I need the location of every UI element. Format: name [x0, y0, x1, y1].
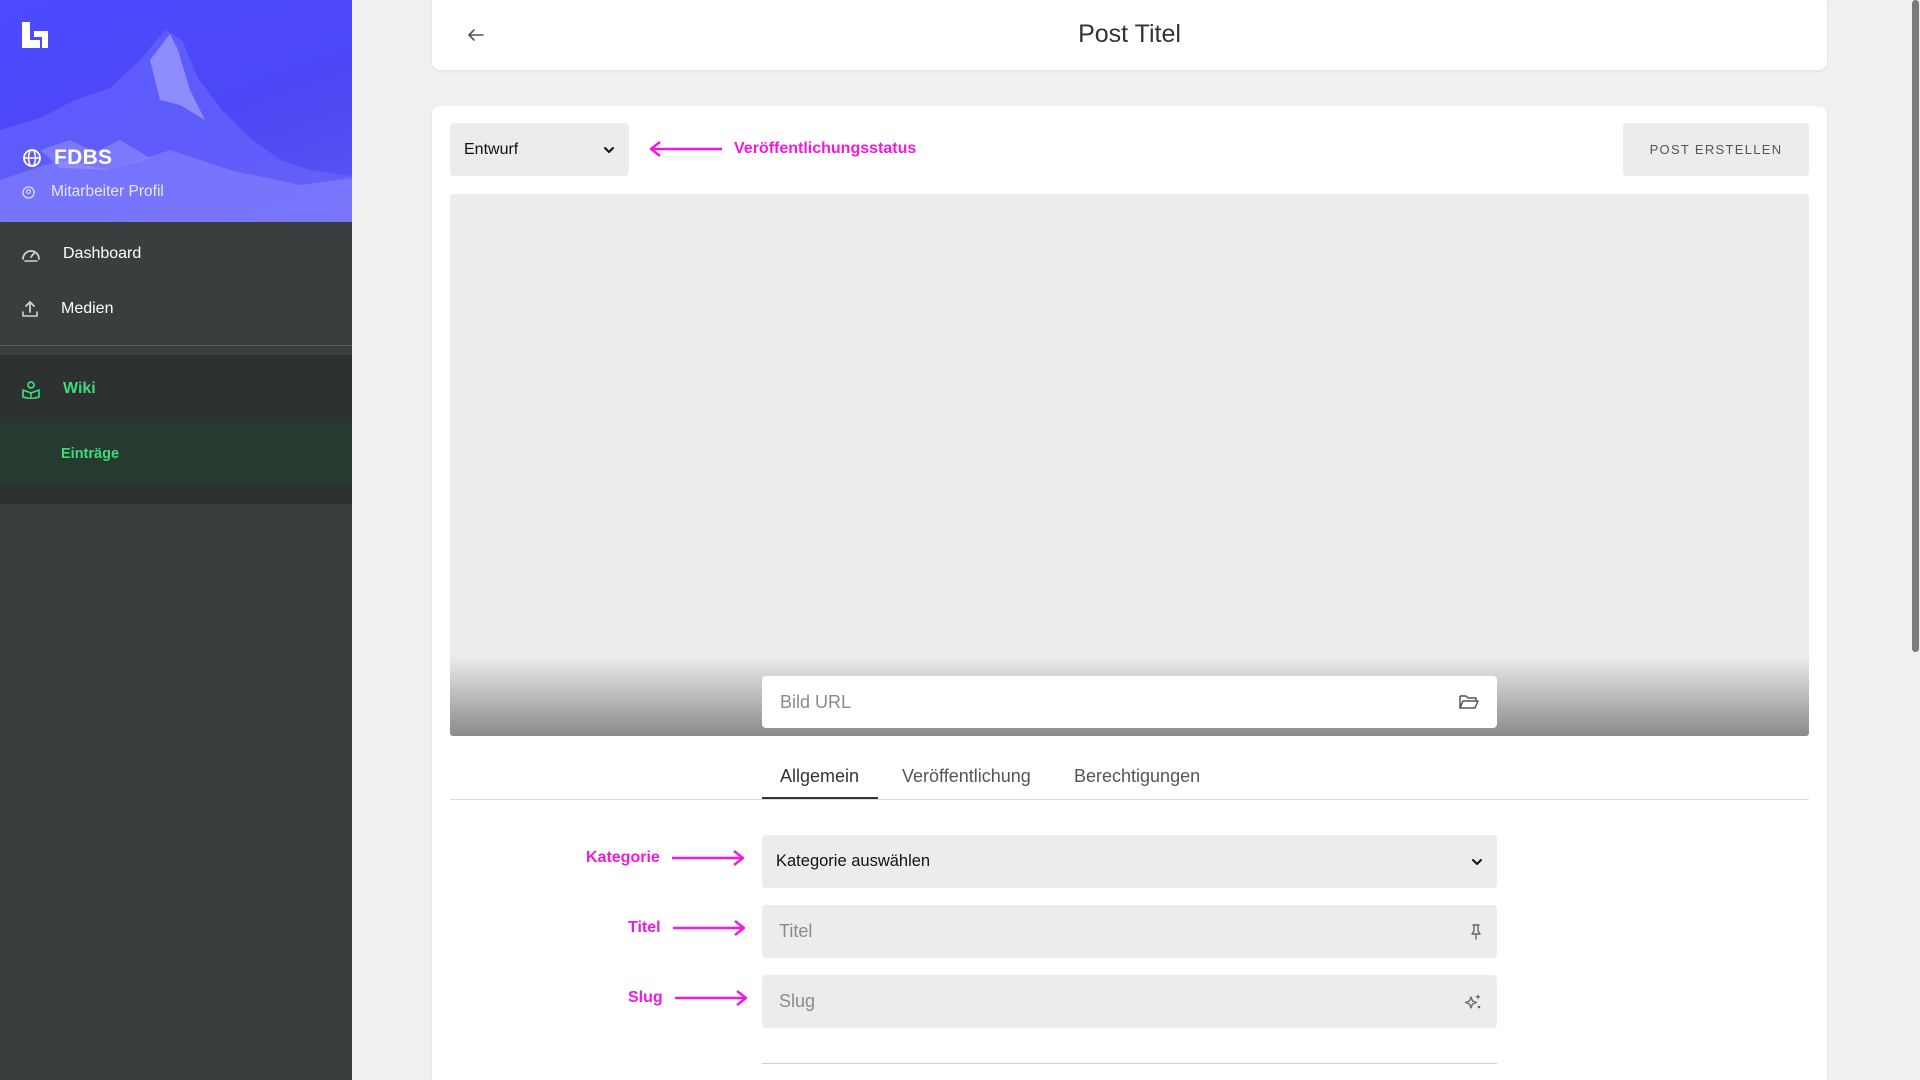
- status-select[interactable]: Entwurf: [450, 123, 629, 176]
- sidebar-item-label: Dashboard: [63, 245, 142, 262]
- tab-veroeffentlichung[interactable]: Veröffentlichung: [902, 766, 1031, 787]
- annotation-category: Kategorie: [586, 849, 746, 867]
- sidebar-header: FDBS Mitarbeiter Profil: [0, 0, 352, 222]
- annotation-title-label: Titel: [628, 919, 661, 936]
- form-divider: [762, 1063, 1497, 1064]
- arrow-left-annotation-icon: [649, 141, 722, 157]
- header-card: Post Titel: [432, 0, 1827, 70]
- chevron-down-icon: [1472, 858, 1482, 865]
- active-tab-indicator: [762, 797, 878, 799]
- folder-open-icon[interactable]: [1459, 693, 1479, 711]
- annotation-title: Titel: [628, 919, 747, 937]
- sidebar-item-label: Medien: [61, 299, 114, 317]
- arrow-right-annotation-icon: [674, 990, 747, 1006]
- app-logo-icon[interactable]: [22, 22, 48, 48]
- scrollbar-thumb[interactable]: [1912, 0, 1919, 652]
- sidebar: FDBS Mitarbeiter Profil Dashboard Medien…: [0, 0, 352, 1080]
- chevron-down-icon: [604, 146, 614, 153]
- sidebar-group-footer: [0, 484, 352, 504]
- book-user-icon: [22, 381, 40, 399]
- annotation-category-label: Kategorie: [586, 849, 660, 866]
- sidebar-subitem-label: Einträge: [61, 445, 120, 462]
- tab-allgemein[interactable]: Allgemein: [780, 766, 859, 787]
- annotation-status: Veröffentlichungsstatus: [648, 140, 916, 158]
- tab-berechtigungen[interactable]: Berechtigungen: [1074, 766, 1200, 787]
- page-scrollbar[interactable]: [1910, 0, 1920, 1080]
- profile-label: Mitarbeiter Profil: [51, 183, 164, 200]
- user-circle-icon: [22, 185, 35, 199]
- post-editor-card: Entwurf Veröffentlichungsstatus POST ERS…: [432, 106, 1827, 1080]
- sidebar-subitem-eintraege[interactable]: Einträge: [0, 423, 352, 484]
- profile-link[interactable]: Mitarbeiter Profil: [22, 183, 164, 201]
- sidebar-group-wiki: Wiki Einträge: [0, 355, 352, 504]
- arrow-right-annotation-icon: [671, 850, 744, 866]
- arrow-right-annotation-icon: [672, 920, 745, 936]
- annotation-slug-label: Slug: [628, 989, 663, 1006]
- annotation-slug: Slug: [628, 989, 749, 1007]
- gauge-icon: [22, 250, 40, 262]
- title-input-placeholder: Titel: [779, 921, 813, 941]
- sidebar-nav: Dashboard Medien Wiki Einträge: [0, 222, 352, 504]
- sidebar-item-label: Wiki: [63, 380, 96, 397]
- sparkles-icon[interactable]: [1463, 992, 1483, 1012]
- brand-title: FDBS: [54, 146, 113, 169]
- image-url-input[interactable]: Bild URL: [762, 676, 1497, 728]
- globe-icon: [23, 149, 41, 167]
- pin-icon: [1471, 923, 1481, 940]
- cover-image-area[interactable]: Bild URL: [450, 194, 1809, 736]
- title-input[interactable]: Titel: [762, 905, 1497, 958]
- slug-input-placeholder: Slug: [779, 991, 816, 1011]
- create-post-button[interactable]: POST ERSTELLEN: [1623, 123, 1809, 176]
- slug-input[interactable]: Slug: [762, 975, 1497, 1028]
- sidebar-item-wiki[interactable]: Wiki: [0, 355, 352, 423]
- sidebar-divider: [0, 345, 352, 346]
- sidebar-item-dashboard[interactable]: Dashboard: [0, 226, 352, 282]
- sidebar-item-medien[interactable]: Medien: [0, 282, 352, 335]
- category-select-value: Kategorie auswählen: [776, 852, 931, 870]
- brand[interactable]: FDBS: [22, 146, 112, 170]
- category-select[interactable]: Kategorie auswählen: [762, 835, 1497, 888]
- upload-icon: [22, 300, 38, 317]
- annotation-status-label: Veröffentlichungsstatus: [734, 140, 917, 157]
- tab-bar: Allgemein Veröffentlichung Berechtigunge…: [450, 756, 1809, 800]
- page-title: Post Titel: [1078, 20, 1181, 48]
- image-url-placeholder: Bild URL: [780, 691, 852, 712]
- status-select-value: Entwurf: [464, 140, 519, 158]
